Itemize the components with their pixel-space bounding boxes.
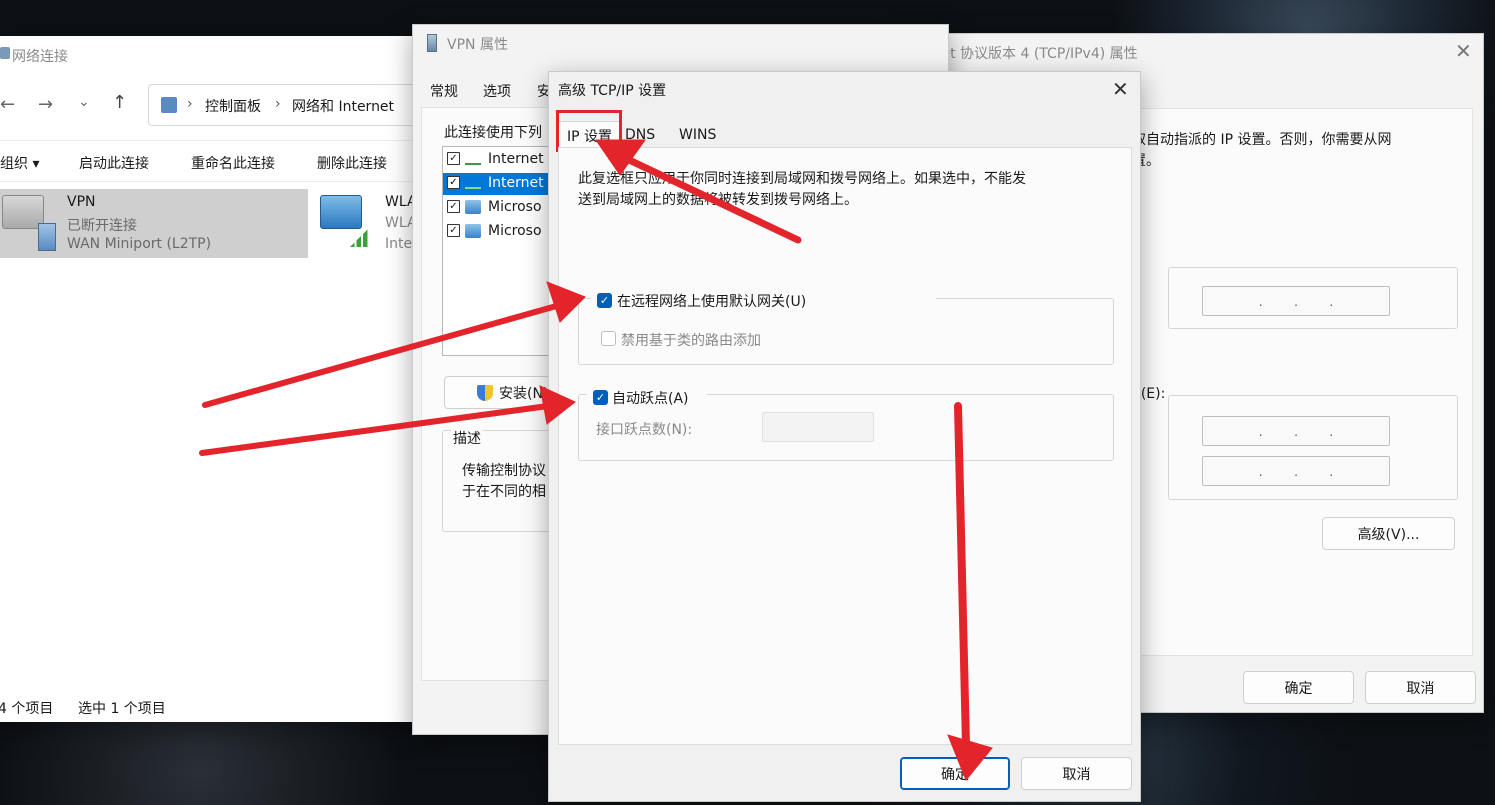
arrow-to-gateway-checkbox [202,281,586,408]
annotation-arrows [199,139,993,781]
arrow-to-auto-metric-checkbox [199,385,576,456]
arrow-to-ok-button [947,402,993,781]
arrow-to-ip-tab [595,139,802,244]
